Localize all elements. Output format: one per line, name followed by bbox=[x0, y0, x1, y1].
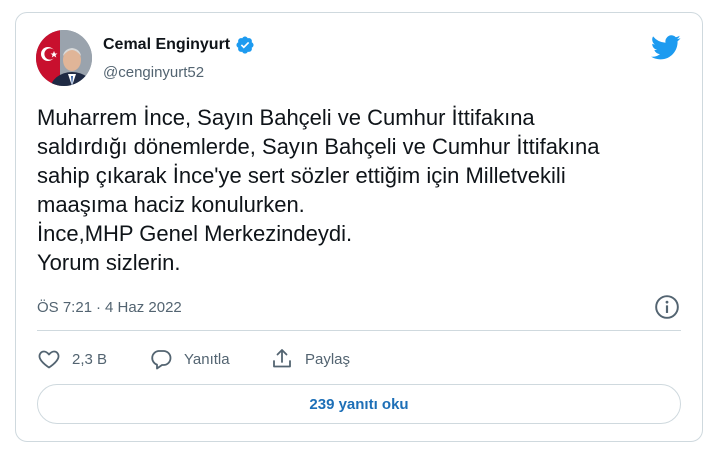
verified-badge-icon bbox=[235, 35, 255, 55]
author-name-row[interactable]: Cemal Enginyurt bbox=[103, 35, 255, 55]
avatar-image bbox=[36, 30, 92, 86]
tweet-date[interactable]: 4 Haz 2022 bbox=[105, 299, 182, 316]
divider bbox=[37, 330, 681, 331]
read-replies-button[interactable]: 239 yanıtı oku bbox=[37, 384, 681, 424]
share-label: Paylaş bbox=[305, 350, 351, 368]
tweet-text: Muharrem İnce, Sayın Bahçeli ve Cumhur İ… bbox=[37, 103, 687, 277]
like-count: 2,3 B bbox=[72, 350, 108, 368]
reply-button[interactable]: Yanıtla bbox=[149, 347, 270, 371]
author-name[interactable]: Cemal Enginyurt bbox=[103, 36, 230, 54]
avatar[interactable] bbox=[36, 30, 92, 86]
tweet-timestamp[interactable]: ÖS 7:21 · 4 Haz 2022 bbox=[37, 299, 182, 316]
tweet-line: İnce,MHP Genel Merkezindeydi. bbox=[37, 221, 353, 246]
tweet-line: Yorum sizlerin. bbox=[37, 250, 181, 275]
tweet-card[interactable]: Cemal Enginyurt @cenginyurt52 Muharrem İ… bbox=[15, 12, 703, 442]
tweet-line: maaşıma haciz konulurken. bbox=[37, 192, 305, 217]
speech-bubble-icon bbox=[151, 350, 172, 370]
share-button[interactable]: Paylaş bbox=[270, 347, 390, 371]
reply-label: Yanıtla bbox=[184, 350, 230, 368]
heart-icon bbox=[38, 350, 60, 369]
tweet-line: Muharrem İnce, Sayın Bahçeli ve Cumhur İ… bbox=[37, 105, 535, 130]
share-upload-icon bbox=[273, 349, 291, 368]
info-icon[interactable] bbox=[654, 294, 680, 320]
tweet-time[interactable]: ÖS 7:21 bbox=[37, 299, 92, 316]
twitter-bird-icon[interactable] bbox=[651, 32, 681, 62]
like-button[interactable]: 2,3 B bbox=[37, 347, 149, 371]
tweet-line: sahip çıkarak İnce'ye sert sözler ettiği… bbox=[37, 163, 566, 188]
tweet-line: saldırdığı dönemlerde, Sayın Bahçeli ve … bbox=[37, 134, 600, 159]
meta-separator: · bbox=[96, 299, 102, 316]
action-bar: 2,3 B Yanıtla Paylaş bbox=[37, 344, 390, 374]
author-handle[interactable]: @cenginyurt52 bbox=[103, 64, 204, 81]
